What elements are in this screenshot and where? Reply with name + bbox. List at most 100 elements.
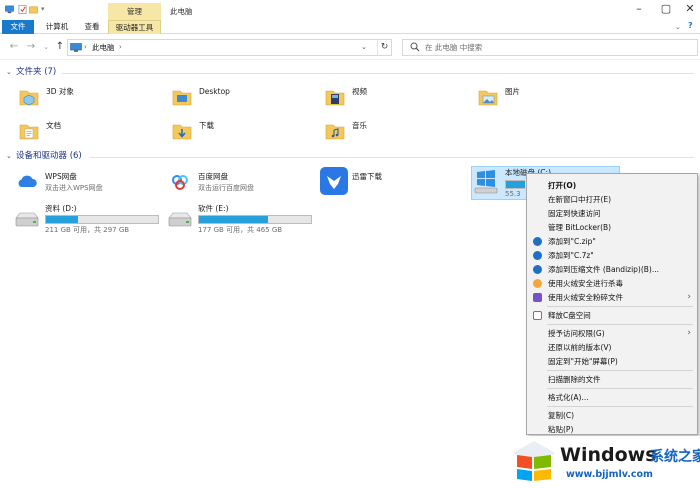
search-placeholder: 在 此电脑 中搜索 — [425, 43, 483, 52]
breadcrumb-separator[interactable]: › — [84, 40, 87, 55]
up-arrow-icon[interactable]: ↑ — [54, 41, 66, 53]
menu-item-pin-start[interactable]: 固定到"开始"屏幕(P) — [527, 355, 697, 368]
menu-separator — [547, 306, 693, 307]
device-label[interactable]: 迅雷下载 — [352, 172, 382, 182]
submenu-arrow-icon: › — [687, 328, 691, 338]
minimize-icon[interactable]: – — [632, 3, 646, 15]
watermark-brand: Windows — [560, 444, 657, 466]
desktop-folder-icon[interactable] — [171, 86, 193, 108]
tab-drive-tools[interactable]: 驱动器工具 — [108, 20, 161, 34]
menu-item-label: 授予访问权限(G) — [548, 329, 605, 338]
forward-arrow-icon[interactable]: → — [25, 41, 37, 53]
menu-item-huorong-scan[interactable]: 使用火绒安全进行杀毒 — [527, 277, 697, 290]
folder-label[interactable]: 文档 — [46, 121, 61, 131]
3d-objects-folder-icon[interactable] — [18, 86, 40, 108]
help-icon[interactable]: ? — [688, 21, 697, 31]
address-dropdown-icon[interactable]: ⌄ — [361, 40, 371, 55]
menu-separator — [547, 370, 693, 371]
tab-computer[interactable]: 计算机 — [38, 20, 76, 34]
menu-item-grant-access[interactable]: 授予访问权限(G) › — [527, 327, 697, 340]
menu-item-copy[interactable]: 复制(C) — [527, 409, 697, 422]
menu-item-label: 打开(O) — [548, 181, 577, 190]
qat-dropdown-icon[interactable]: ▾ — [41, 4, 49, 14]
menu-item-free-space[interactable]: 释放C盘空间 — [527, 309, 697, 322]
menu-item-label: 在新窗口中打开(E) — [548, 195, 612, 204]
menu-item-restore-versions[interactable]: 还原以前的版本(V) — [527, 341, 697, 354]
pictures-folder-icon[interactable] — [477, 86, 499, 108]
folder-label[interactable]: Desktop — [199, 87, 230, 97]
wps-cloud-icon[interactable] — [16, 171, 38, 193]
menu-item-add-archive[interactable]: 添加到压缩文件 (Bandizip)(B)... — [527, 263, 697, 276]
windows-drive-icon — [474, 170, 498, 194]
drive-e-usage-bar — [198, 215, 312, 224]
menu-item-label: 添加到"C.zip" — [548, 237, 596, 246]
menu-item-label: 添加到压缩文件 (Bandizip)(B)... — [548, 265, 660, 274]
collapse-chevron-icon[interactable]: ⌄ — [6, 150, 14, 163]
drive-c-usage-bar — [505, 180, 525, 189]
videos-folder-icon[interactable] — [324, 86, 346, 108]
maximize-icon[interactable]: ▢ — [659, 3, 673, 15]
close-icon[interactable]: ✕ — [683, 3, 697, 15]
menu-item-label: 粘贴(P) — [548, 425, 574, 434]
folder-label[interactable]: 视频 — [352, 87, 367, 97]
menu-item-open[interactable]: 打开(O) — [527, 179, 697, 192]
tab-file[interactable]: 文件 — [2, 20, 34, 34]
drive-label[interactable]: 资料 (D:) — [45, 204, 77, 214]
bandizip-icon — [533, 251, 542, 260]
folder-label[interactable]: 3D 对象 — [46, 87, 74, 97]
folder-label[interactable]: 音乐 — [352, 121, 367, 131]
breadcrumb-separator[interactable]: › — [119, 40, 122, 55]
ribbon-expand-icon[interactable]: ⌄ — [675, 22, 683, 32]
menu-item-pin-quick-access[interactable]: 固定到快速访问 — [527, 207, 697, 220]
collapse-chevron-icon[interactable]: ⌄ — [6, 66, 14, 79]
window-title: 此电脑 — [170, 7, 193, 16]
section-title-folders[interactable]: 文件夹 (7) — [16, 66, 56, 79]
section-divider — [62, 73, 694, 74]
menu-item-huorong-shred[interactable]: 使用火绒安全粉碎文件 › — [527, 291, 697, 304]
menu-item-paste[interactable]: 粘贴(P) — [527, 423, 697, 436]
drive-info: 177 GB 可用，共 465 GB — [198, 226, 283, 234]
properties-icon[interactable] — [18, 5, 27, 14]
menu-item-format[interactable]: 格式化(A)... — [527, 391, 697, 404]
context-menu: 打开(O) 在新窗口中打开(E) 固定到快速访问 管理 BitLocker(B)… — [526, 173, 698, 435]
device-label[interactable]: WPS网盘 — [45, 172, 77, 182]
new-folder-icon[interactable] — [29, 5, 38, 14]
downloads-folder-icon[interactable] — [171, 120, 193, 142]
menu-item-label: 固定到快速访问 — [548, 209, 601, 218]
drive-label[interactable]: 软件 (E:) — [198, 204, 229, 214]
back-arrow-icon[interactable]: ← — [8, 41, 20, 53]
search-icon — [410, 42, 420, 52]
menu-separator — [547, 388, 693, 389]
folder-label[interactable]: 下载 — [199, 121, 214, 131]
menu-item-label: 还原以前的版本(V) — [548, 343, 612, 352]
drive-info: 211 GB 可用，共 297 GB — [45, 226, 130, 234]
tab-view[interactable]: 查看 — [80, 20, 104, 34]
menu-item-open-new-window[interactable]: 在新窗口中打开(E) — [527, 193, 697, 206]
drive-usage-fill — [199, 216, 269, 223]
windows-logo-icon — [513, 441, 555, 481]
music-folder-icon[interactable] — [324, 120, 346, 142]
menu-item-add-zip[interactable]: 添加到"C.zip" — [527, 235, 697, 248]
xunlei-icon[interactable] — [320, 167, 348, 195]
menu-item-label: 使用火绒安全进行杀毒 — [548, 279, 623, 288]
device-label[interactable]: 百度网盘 — [198, 172, 228, 182]
menu-item-bitlocker[interactable]: 管理 BitLocker(B) — [527, 221, 697, 234]
menu-item-scan-deleted[interactable]: 扫描删除的文件 — [527, 373, 697, 386]
documents-folder-icon[interactable] — [18, 120, 40, 142]
menu-item-label: 释放C盘空间 — [548, 311, 591, 320]
device-subtitle: 双击运行百度网盘 — [198, 184, 254, 192]
breadcrumb-this-pc[interactable]: 此电脑 — [92, 40, 115, 55]
baidu-netdisk-icon[interactable] — [169, 171, 191, 193]
address-bar[interactable] — [67, 39, 392, 56]
menu-item-add-7z[interactable]: 添加到"C.7z" — [527, 249, 697, 262]
menu-item-label: 扫描删除的文件 — [548, 375, 601, 384]
refresh-icon[interactable]: ↻ — [377, 40, 391, 55]
context-tab-header: 管理 — [108, 3, 161, 20]
drive-info: 55.3 — [505, 190, 521, 198]
section-divider — [90, 157, 694, 158]
submenu-arrow-icon: › — [687, 292, 691, 302]
menu-item-label: 使用火绒安全粉碎文件 — [548, 293, 623, 302]
folder-label[interactable]: 图片 — [505, 87, 520, 97]
section-title-devices[interactable]: 设备和驱动器 (6) — [16, 150, 82, 163]
recent-locations-icon[interactable]: ⌄ — [40, 41, 52, 53]
